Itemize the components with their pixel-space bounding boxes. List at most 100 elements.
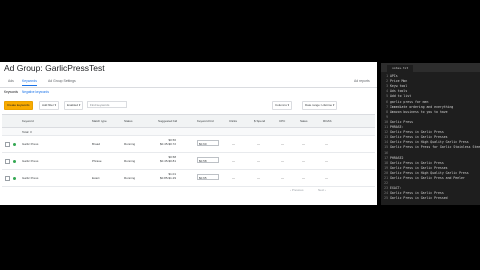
- header-spend[interactable]: $ Spend: [254, 119, 265, 123]
- line-number: 20: [384, 170, 388, 175]
- line-number: 5: [386, 94, 388, 99]
- suggested-bid-cell: $1.01 $0.85-$1.29: [160, 172, 177, 180]
- next-page-button[interactable]: Next ›: [318, 188, 326, 192]
- header-suggested-bid[interactable]: Suggested bid: [158, 119, 177, 123]
- page-title: Ad Group: GarlicPressTest: [4, 63, 105, 73]
- subtab-negative-keywords[interactable]: Negative keywords: [22, 90, 49, 94]
- search-input[interactable]: Find keywords: [87, 101, 127, 108]
- add-filter-button[interactable]: Add filter ▾: [39, 101, 60, 110]
- line-number: 1: [386, 74, 388, 78]
- line-number: 15: [384, 145, 388, 150]
- keywords-table: Keyword Match type Status Suggested bid …: [2, 114, 375, 187]
- line-number: 23: [384, 186, 388, 191]
- line-number: 8: [386, 109, 388, 114]
- header-keyword-bid[interactable]: Keyword bid: [197, 119, 214, 123]
- line-number: 21: [384, 176, 388, 180]
- status-cell: Running: [124, 159, 136, 163]
- code-line[interactable]: Garlic Press in High Quality Garlic Pres…: [390, 171, 469, 175]
- row-checkbox[interactable]: [5, 176, 10, 181]
- row-checkbox[interactable]: [5, 142, 10, 147]
- editor-tab[interactable]: notes.txt: [387, 65, 414, 72]
- line-number: 22: [384, 181, 388, 186]
- header-match-type[interactable]: Match type: [92, 119, 107, 123]
- roas-cell: —: [325, 176, 328, 180]
- code-line[interactable]: Garlic Press: [390, 120, 413, 124]
- cpc-cell: —: [281, 176, 284, 180]
- header-sales[interactable]: Sales: [300, 119, 308, 123]
- status-cell: Running: [124, 142, 136, 146]
- code-line[interactable]: Garlic Press in Garlic Press: [390, 191, 444, 195]
- row-checkbox[interactable]: [5, 159, 10, 164]
- add-keywords-button[interactable]: Create keywords: [4, 101, 33, 110]
- code-line[interactable]: Garlic Press in Garlic Press: [390, 130, 444, 134]
- line-number: 18: [384, 160, 388, 165]
- table-row[interactable]: Garlic Press Broad Running $0.56 $0.45-$0…: [2, 136, 375, 153]
- status-cell: Running: [124, 176, 136, 180]
- enabled-status-icon[interactable]: [13, 159, 16, 163]
- line-number: 10: [384, 119, 388, 124]
- code-line[interactable]: Garlic Press in Garlic Presses: [390, 135, 448, 139]
- tab-ad-group-settings[interactable]: Ad Group Settings: [48, 79, 76, 83]
- roas-cell: —: [325, 142, 328, 146]
- table-row[interactable]: Garlic Press Phrase Running $0.58 $0.45-$…: [2, 153, 375, 170]
- code-line[interactable]: Garlic Press in Garlic Press and Peeler: [390, 176, 465, 180]
- code-line[interactable]: Ads tools: [390, 89, 407, 93]
- code-line[interactable]: PHRASE2: [390, 156, 403, 160]
- header-clicks[interactable]: Clicks: [229, 119, 237, 123]
- suggested-bid-cell: $0.58 $0.45-$0.81: [160, 155, 177, 163]
- previous-page-button[interactable]: ‹ Previous: [290, 188, 304, 192]
- header-cpc[interactable]: CPC: [279, 119, 285, 123]
- spend-cell: —: [257, 142, 260, 146]
- header-keyword[interactable]: Keyword: [22, 119, 34, 123]
- line-number: 3: [386, 84, 388, 89]
- roas-cell: —: [325, 159, 328, 163]
- subtab-keywords[interactable]: Keywords: [4, 90, 18, 94]
- line-number: 16: [384, 150, 388, 155]
- sales-cell: —: [302, 159, 305, 163]
- keyword-bid-input[interactable]: $0.58: [197, 157, 219, 163]
- code-line[interactable]: EXACT:: [390, 186, 402, 190]
- enable-dropdown[interactable]: Enabled ▾: [64, 101, 84, 110]
- line-number: 4: [386, 89, 388, 94]
- line-number: 11: [384, 125, 388, 129]
- cpc-cell: —: [281, 142, 284, 146]
- tab-ads[interactable]: Ads: [8, 79, 14, 83]
- sales-cell: —: [302, 142, 305, 146]
- code-line[interactable]: Garlic Press in High Quality Garlic Pres…: [390, 140, 469, 144]
- line-number: 12: [384, 130, 388, 135]
- table-row[interactable]: Garlic Press Exact Running $1.01 $0.85-$1…: [2, 170, 375, 187]
- tab-bar: Ads Keywords Ad Group Settings Ad report…: [0, 77, 377, 88]
- code-line[interactable]: APIs: [390, 74, 398, 78]
- tab-keywords[interactable]: Keywords: [22, 79, 37, 86]
- header-roas[interactable]: ROAS: [323, 119, 332, 123]
- keyword-cell: Garlic Press: [22, 142, 39, 146]
- line-number: 24: [384, 191, 388, 196]
- code-line[interactable]: Garlic Press in Garlic Press: [390, 161, 444, 165]
- code-line[interactable]: Garlic Press in Press for Garlic Stainle…: [390, 145, 480, 149]
- code-line[interactable]: garlic press for men: [390, 100, 428, 104]
- code-line[interactable]: PHRASE:: [390, 125, 403, 129]
- ads-console: Ad Group: GarlicPressTest Ads Keywords A…: [0, 62, 377, 205]
- line-number: 2: [386, 79, 388, 84]
- date-range-dropdown[interactable]: Date range: Lifetime ▾: [302, 101, 338, 110]
- editor-tab-bar: notes.txt: [381, 63, 480, 72]
- enabled-status-icon[interactable]: [13, 176, 16, 180]
- code-line[interactable]: Immediate ordering and everything: [390, 105, 453, 109]
- code-line[interactable]: Amazon business to you to have: [390, 110, 448, 114]
- code-line[interactable]: Keyw tool: [390, 84, 407, 88]
- keyword-bid-input[interactable]: $0.60: [197, 140, 219, 146]
- code-line[interactable]: Add to list: [390, 94, 411, 98]
- code-line[interactable]: Garlic Press in Garlic Presses: [390, 166, 448, 170]
- header-status[interactable]: Status: [124, 119, 133, 123]
- match-type-cell: Broad: [92, 142, 101, 146]
- code-line[interactable]: Price Mon: [390, 79, 407, 83]
- table-header: Keyword Match type Status Suggested bid …: [2, 114, 375, 128]
- keyword-cell: Garlic Press: [22, 176, 39, 180]
- keyword-bid-input[interactable]: $0.65: [197, 174, 219, 180]
- columns-dropdown[interactable]: Columns ▾: [272, 101, 293, 110]
- tab-ad-reports[interactable]: Ad reports: [354, 79, 370, 83]
- code-line[interactable]: Garlic Press in Garlic Pressed: [390, 196, 448, 200]
- spend-cell: —: [257, 176, 260, 180]
- enabled-status-icon[interactable]: [13, 142, 16, 146]
- clicks-cell: —: [232, 176, 235, 180]
